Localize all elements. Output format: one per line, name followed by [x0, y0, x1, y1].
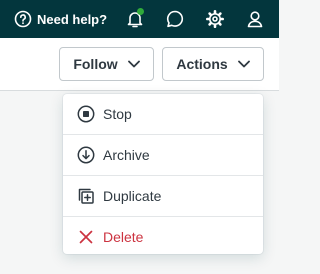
notification-badge	[137, 8, 144, 15]
profile-button[interactable]	[245, 9, 265, 29]
conversations-button[interactable]	[165, 9, 185, 29]
chat-bubble-icon	[166, 10, 184, 28]
actions-dropdown-menu: Stop Archive Duplicate Delete	[63, 94, 263, 254]
duplicate-icon	[78, 188, 94, 204]
menu-item-delete[interactable]: Delete	[63, 217, 263, 257]
chevron-down-icon	[127, 60, 140, 68]
user-icon	[247, 11, 263, 28]
need-help-button[interactable]: Need help?	[14, 10, 107, 28]
page-header: Follow Actions	[0, 38, 279, 91]
settings-button[interactable]	[205, 9, 225, 29]
menu-item-label: Delete	[103, 229, 144, 245]
menu-item-label: Duplicate	[103, 188, 162, 204]
help-icon	[14, 10, 32, 28]
menu-item-duplicate[interactable]: Duplicate	[63, 176, 263, 216]
archive-down-icon	[77, 146, 95, 164]
gear-icon	[205, 9, 225, 29]
actions-button[interactable]: Actions	[162, 47, 264, 81]
chevron-down-icon	[237, 60, 250, 68]
actions-label: Actions	[176, 56, 228, 72]
top-bar: Need help?	[0, 0, 279, 38]
menu-item-label: Stop	[103, 106, 132, 122]
notifications-button[interactable]	[125, 8, 145, 29]
follow-label: Follow	[73, 56, 118, 72]
x-icon	[79, 230, 93, 244]
menu-item-stop[interactable]: Stop	[63, 94, 263, 134]
need-help-label: Need help?	[37, 11, 108, 27]
menu-item-archive[interactable]: Archive	[63, 135, 263, 175]
stop-circle-icon	[77, 105, 95, 123]
menu-item-label: Archive	[103, 147, 150, 163]
follow-button[interactable]: Follow	[59, 47, 154, 81]
